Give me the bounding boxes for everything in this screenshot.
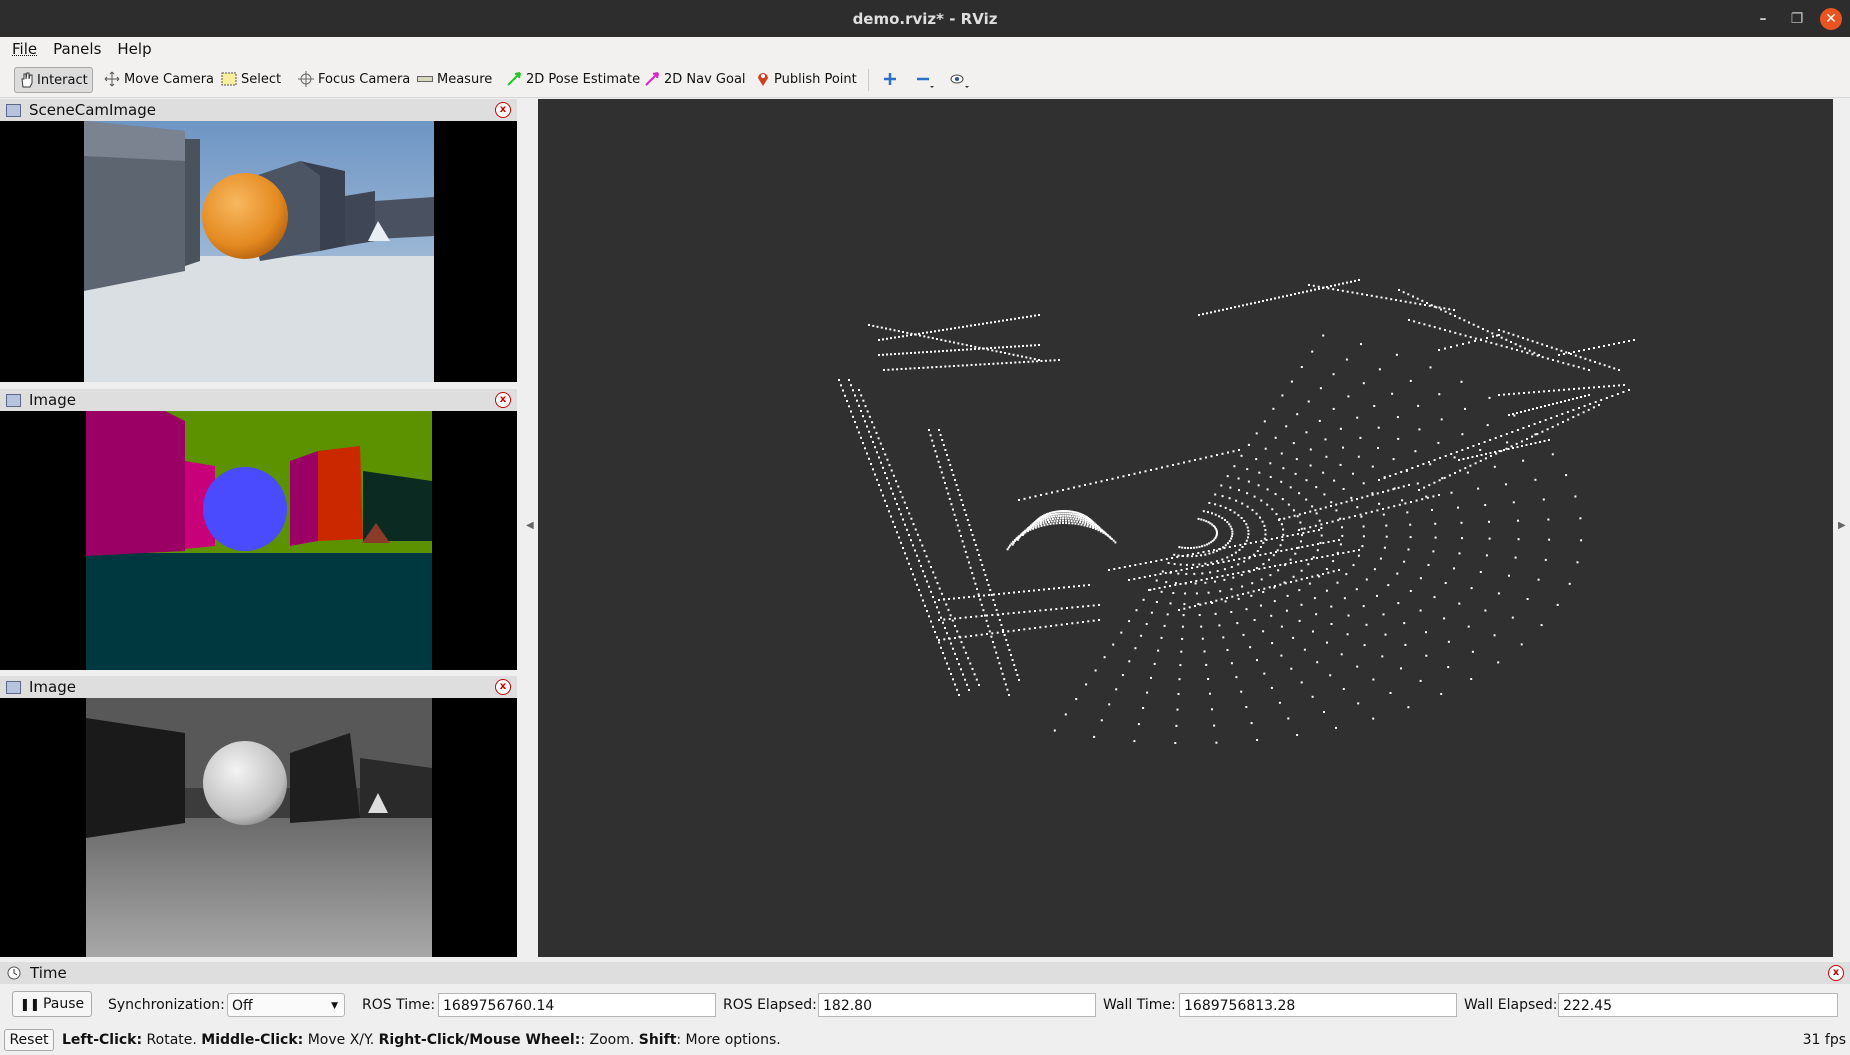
ros-elapsed-value: 182.80 (823, 998, 872, 1014)
menu-file[interactable]: File (12, 40, 37, 58)
minimize-icon[interactable]: – (1752, 8, 1774, 30)
hint-key: Shift (638, 1032, 677, 1048)
chevron-down-icon: ▼ (331, 1001, 338, 1011)
tool-interact[interactable]: Interact (14, 67, 93, 93)
tool-label: Select (241, 71, 282, 87)
time-panel-title: Time (30, 964, 67, 982)
panel-title: SceneCamImage (29, 101, 156, 119)
wall-time-label: Wall Time: (1103, 997, 1176, 1013)
sync-value: Off (232, 998, 253, 1014)
panel-title: Image (29, 391, 76, 409)
tool-publish-point[interactable]: Publish Point (752, 67, 861, 91)
panel-close-icon[interactable]: x (495, 679, 511, 695)
ruler-icon (417, 76, 433, 82)
grayscale-image (86, 698, 432, 957)
menu-help[interactable]: Help (117, 40, 151, 58)
scenecam-image-view (0, 121, 517, 382)
panel-close-icon[interactable]: x (1828, 965, 1844, 981)
panel-header-scenecam: SceneCamImage x (0, 99, 517, 121)
menu-panels[interactable]: Panels (53, 40, 101, 58)
tool-label: Focus Camera (318, 71, 411, 87)
tool-label: Interact (37, 72, 88, 88)
magenta-arrow-icon (645, 72, 659, 86)
panel-close-icon[interactable]: x (495, 392, 511, 408)
tool-measure[interactable]: Measure (413, 67, 496, 91)
wall-time-value: 1689756813.28 (1184, 998, 1296, 1014)
menu-bar: File Panels Help (0, 37, 1850, 61)
reset-button[interactable]: Reset (4, 1029, 54, 1051)
hint-key: Middle-Click: (201, 1032, 304, 1048)
window-title-bar: demo.rviz* - RViz – ❐ ✕ (0, 0, 1850, 37)
tool-2d-pose-estimate[interactable]: 2D Pose Estimate (502, 67, 644, 91)
hint-text: Rotate. (142, 1032, 202, 1048)
tool-label: Publish Point (774, 71, 857, 87)
ros-elapsed-field[interactable]: 182.80 (818, 993, 1096, 1017)
window-title: demo.rviz* - RViz (852, 9, 998, 28)
tool-2d-nav-goal[interactable]: 2D Nav Goal (640, 67, 750, 91)
close-window-icon[interactable]: ✕ (1820, 8, 1842, 30)
clock-icon (7, 966, 21, 980)
restore-icon[interactable]: ❐ (1786, 8, 1808, 30)
wall-elapsed-field[interactable]: 222.45 (1558, 993, 1838, 1017)
hint-key: Right-Click/Mouse Wheel: (378, 1032, 581, 1048)
fps-counter: 31 fps (1802, 1032, 1846, 1048)
hint-key: Left-Click: (62, 1032, 143, 1048)
tool-focus-camera[interactable]: Focus Camera (294, 67, 414, 91)
move-camera-icon (104, 71, 120, 87)
image-panel-icon (6, 103, 21, 117)
select-box-icon (221, 72, 237, 86)
green-arrow-icon (507, 72, 521, 86)
time-panel-header: Time x (0, 962, 1850, 984)
segmentation-image (86, 411, 432, 670)
segmentation-image-view (0, 411, 517, 670)
panel-header-image-2: Image x (0, 676, 517, 698)
pause-icon: ❚❚ (19, 997, 40, 1011)
ros-time-label: ROS Time: (362, 997, 436, 1013)
ros-elapsed-label: ROS Elapsed: (723, 997, 817, 1013)
tool-label: 2D Pose Estimate (526, 71, 641, 87)
splitter-collapse-right-icon[interactable]: ▶ (1838, 520, 1846, 531)
tool-move-camera[interactable]: Move Camera (100, 67, 218, 91)
toolbar: Interact Move Camera Select Focus Camera… (0, 61, 1850, 98)
mouse-hint: Left-Click: Rotate. Middle-Click: Move X… (62, 1032, 781, 1048)
wall-elapsed-label: Wall Elapsed: (1464, 997, 1558, 1013)
ros-time-value: 1689756760.14 (443, 998, 555, 1014)
tool-label: 2D Nav Goal (664, 71, 746, 87)
wall-elapsed-value: 222.45 (1563, 998, 1612, 1014)
tool-label: Measure (437, 71, 493, 87)
tool-label: Move Camera (124, 71, 215, 87)
panel-title: Image (29, 678, 76, 696)
render-3d-view[interactable] (538, 99, 1833, 957)
time-controls: ❚❚ Pause Synchronization: Off ▼ ROS Time… (0, 985, 1850, 1025)
panel-close-icon[interactable]: x (495, 102, 511, 118)
minus-icon[interactable] (915, 71, 935, 93)
crosshair-icon (298, 71, 314, 87)
panel-header-image-1: Image x (0, 389, 517, 411)
lidar-point-cloud (838, 279, 1635, 744)
sync-label: Synchronization: (108, 997, 225, 1013)
image-panel-icon (6, 393, 21, 407)
ros-time-field[interactable]: 1689756760.14 (438, 993, 716, 1017)
pause-label: Pause (42, 996, 85, 1012)
eye-icon[interactable] (949, 71, 971, 93)
reset-label: Reset (9, 1032, 49, 1048)
rendered-scene-image (84, 121, 434, 382)
status-bar: Reset Left-Click: Rotate. Middle-Click: … (0, 1025, 1850, 1055)
wall-time-field[interactable]: 1689756813.28 (1179, 993, 1457, 1017)
image-panel-icon (6, 680, 21, 694)
tool-select[interactable]: Select (217, 67, 285, 91)
hint-text: Move X/Y. (303, 1032, 379, 1048)
toolbar-separator (868, 69, 869, 91)
pause-button[interactable]: ❚❚ Pause (12, 991, 92, 1017)
splitter-collapse-left-icon[interactable]: ◀ (526, 520, 534, 531)
sync-select[interactable]: Off ▼ (227, 993, 345, 1017)
hand-icon (21, 72, 33, 88)
hint-text: : More options. (676, 1032, 781, 1048)
plus-icon[interactable] (882, 71, 898, 91)
grayscale-image-view (0, 698, 517, 957)
hint-text: : Zoom. (580, 1032, 639, 1048)
map-pin-icon (758, 73, 768, 86)
